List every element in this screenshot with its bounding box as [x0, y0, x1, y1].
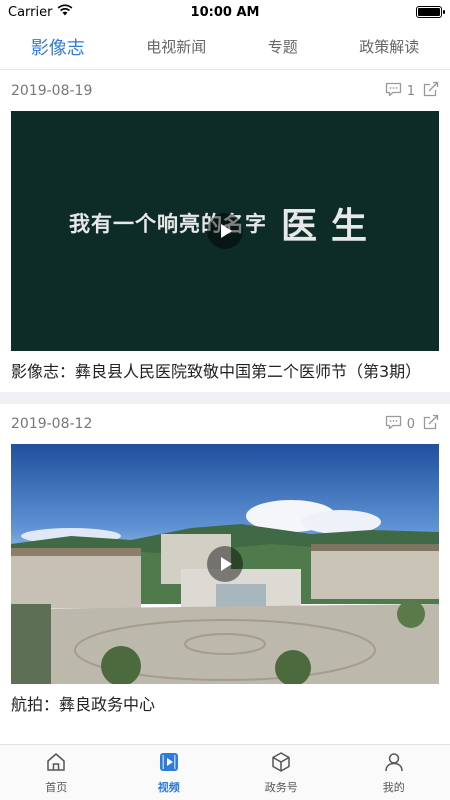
video-card[interactable]: 2019-08-12 0 航拍：彝良政务中心	[0, 404, 450, 725]
wifi-icon	[57, 4, 73, 20]
video-thumbnail[interactable]: 我有一个响亮的名字 医生	[11, 111, 439, 351]
tab-special-topics[interactable]: 专题	[262, 32, 304, 61]
share-icon[interactable]	[423, 81, 439, 101]
home-icon	[45, 751, 67, 776]
nav-label: 视频	[157, 780, 180, 794]
cube-icon	[270, 751, 292, 776]
video-icon	[158, 751, 180, 776]
comment-icon	[385, 82, 402, 101]
comment-button[interactable]: 0	[385, 415, 415, 434]
video-thumbnail[interactable]	[11, 444, 439, 684]
battery-level	[418, 8, 440, 16]
comment-count: 0	[406, 416, 415, 432]
play-icon[interactable]	[207, 546, 243, 582]
carrier-label: Carrier	[8, 4, 53, 20]
play-icon[interactable]	[207, 213, 243, 249]
nav-home[interactable]: 首页	[21, 751, 91, 795]
divider	[0, 392, 450, 404]
nav-video[interactable]: 视频	[134, 751, 204, 795]
category-tabs: 影像志 电视新闻 专题 政策解读	[0, 24, 450, 70]
comment-icon	[385, 415, 402, 434]
user-icon	[383, 751, 405, 776]
video-card[interactable]: 2019-08-19 1 我有一个响亮的名字 医生 影像志：彝良县人民医院致敬中…	[0, 71, 450, 392]
video-title[interactable]: 航拍：彝良政务中心	[11, 684, 439, 725]
comment-count: 1	[406, 83, 415, 99]
nav-label: 首页	[45, 780, 68, 794]
card-date: 2019-08-19	[11, 83, 93, 99]
video-feed[interactable]: 2019-08-19 1 我有一个响亮的名字 医生 影像志：彝良县人民医院致敬中…	[0, 71, 450, 744]
nav-profile[interactable]: 我的	[359, 751, 429, 795]
card-date: 2019-08-12	[11, 416, 93, 432]
share-icon[interactable]	[423, 414, 439, 434]
tab-policy-interpretation[interactable]: 政策解读	[353, 32, 425, 61]
tab-yingxiangzhi[interactable]: 影像志	[25, 30, 91, 64]
nav-label: 政务号	[264, 780, 298, 794]
comment-button[interactable]: 1	[385, 82, 415, 101]
tab-tv-news[interactable]: 电视新闻	[140, 32, 212, 61]
nav-label: 我的	[382, 780, 405, 794]
video-title[interactable]: 影像志：彝良县人民医院致敬中国第二个医师节（第3期）	[11, 351, 439, 392]
nav-government-accounts[interactable]: 政务号	[246, 751, 316, 795]
battery-icon	[416, 6, 445, 18]
bottom-tab-bar: 首页 视频 政务号 我的	[0, 744, 450, 800]
video-caption-highlight: 医生	[280, 206, 381, 247]
status-bar: Carrier 10:00 AM	[0, 0, 450, 24]
